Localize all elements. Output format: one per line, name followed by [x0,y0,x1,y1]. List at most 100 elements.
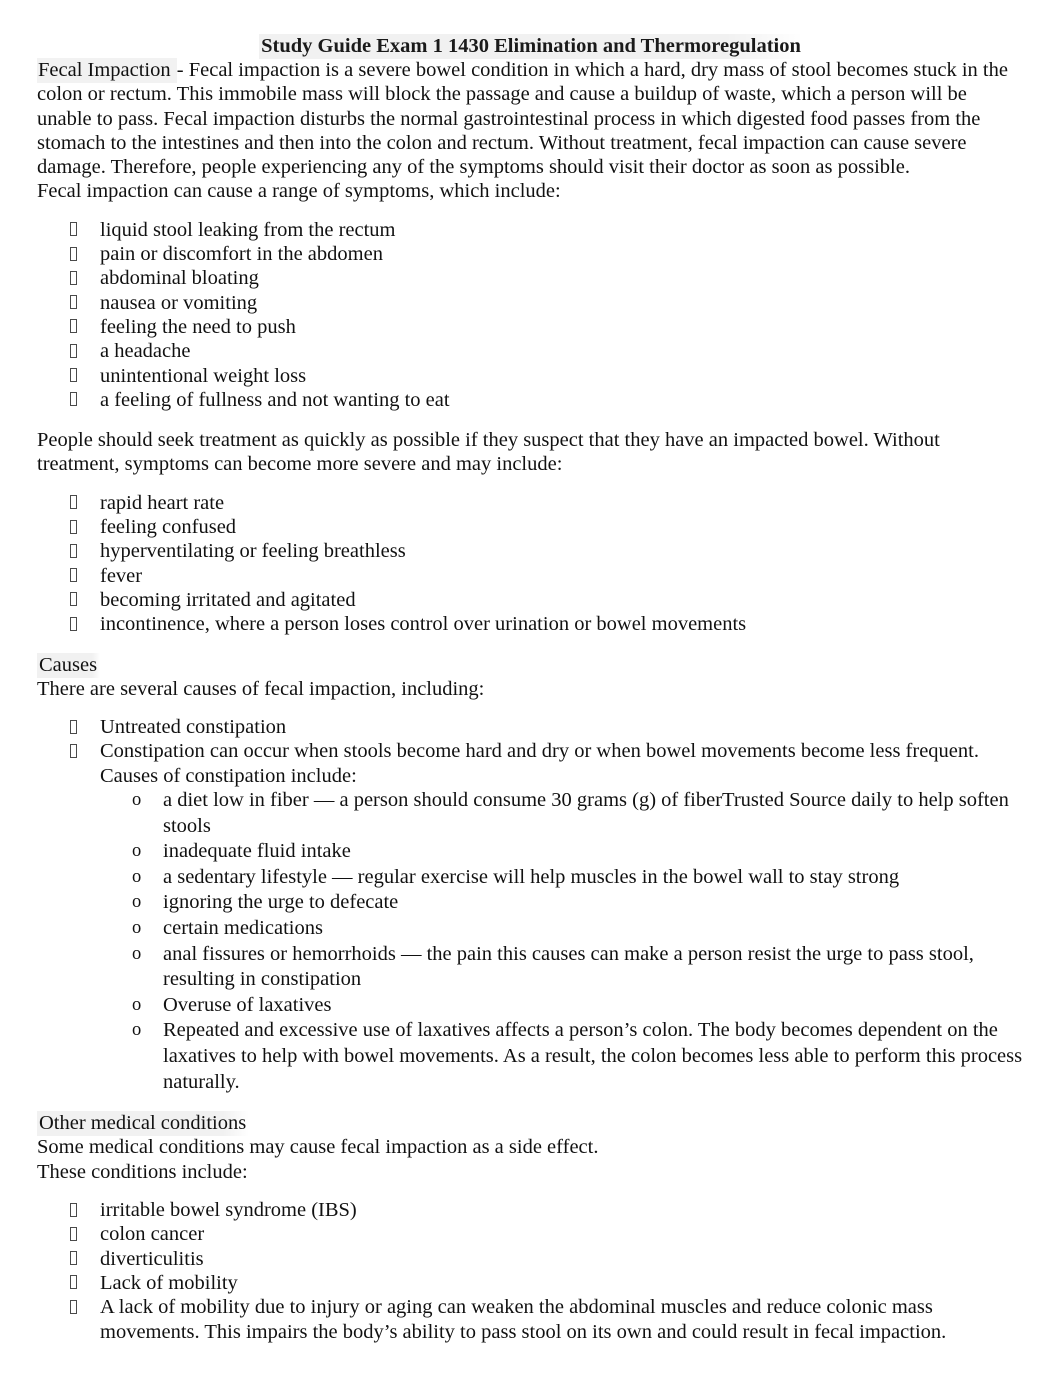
list-item-label: liquid stool leaking from the rectum [100,218,396,241]
sub-list-item: o ignoring the urge to defecate [0,890,1062,916]
list-item: Constipation can occur when stools becom… [0,739,1062,788]
sub-list-item-label: a sedentary lifestyle — regular exercise… [163,865,900,888]
severe-symptoms-lead-paragraph: People should seek treatment as quickly … [37,429,940,476]
symptoms-list: liquid stool leaking from the rectum pai… [0,218,1062,412]
list-item: A lack of mobility due to injury or agin… [0,1295,1062,1344]
list-item: Untreated constipation [0,715,1062,739]
sub-list-item: o Repeated and excessive use of laxatives… [0,1018,1062,1095]
list-item-label: A lack of mobility due to injury or agin… [100,1296,947,1343]
causes-heading: Causes [0,652,1062,678]
list-item: a feeling of fullness and not wanting to… [0,388,1062,412]
bullet-box-icon [70,568,77,583]
list-item-label: colon cancer [100,1223,205,1246]
bullet-box-icon [70,343,77,358]
sub-list-item-label: inadequate fluid intake [163,840,351,863]
circle-marker-icon: o [132,866,142,887]
other-conditions-list: irritable bowel syndrome (IBS) colon can… [0,1198,1062,1344]
list-item: liquid stool leaking from the rectum [0,218,1062,242]
list-item-label: abdominal bloating [100,267,259,290]
sub-list-item: o Overuse of laxatives [0,993,1062,1019]
other-conditions-lead-line-1: Some medical conditions may cause fecal … [37,1136,599,1159]
list-item: feeling confused [0,515,1062,539]
list-item: unintentional weight loss [0,364,1062,388]
list-item-label: a headache [100,340,191,363]
circle-marker-icon: o [132,841,142,862]
constipation-causes-sublist: o a diet low in fiber — a person should c… [0,788,1062,1095]
list-item-label: Constipation can occur when stools becom… [100,740,979,787]
fecal-impaction-definition-text: - Fecal impaction is a severe bowel cond… [37,59,1008,179]
bullet-box-icon [70,1226,77,1241]
list-item-label: feeling confused [100,516,237,539]
list-item: abdominal bloating [0,266,1062,290]
circle-marker-icon: o [132,994,142,1015]
list-item-label: unintentional weight loss [100,364,307,387]
causes-heading-text: Causes [37,652,101,678]
causes-lead-paragraph: There are several causes of fecal impact… [37,677,485,700]
bullet-box-icon [70,295,77,310]
list-item-label: a feeling of fullness and not wanting to… [100,388,450,411]
circle-marker-icon: o [132,943,142,964]
list-item: pain or discomfort in the abdomen [0,242,1062,266]
list-item: Lack of mobility [0,1271,1062,1295]
bullet-box-icon [70,1275,77,1290]
fecal-impaction-term: Fecal Impaction [37,58,177,83]
list-item: a headache [0,339,1062,363]
bullet-box-icon [70,616,77,631]
other-conditions-lead-line-2: These conditions include: [37,1160,248,1183]
list-item-label: fever [100,564,143,587]
list-item: irritable bowel syndrome (IBS) [0,1198,1062,1222]
sub-list-item-label: Repeated and excessive use of laxatives … [163,1019,1023,1093]
bullet-box-icon [70,1251,77,1266]
bullet-box-icon [70,543,77,558]
circle-marker-icon: o [132,892,142,913]
sub-list-item-label: a diet low in fiber — a person should co… [163,789,1009,837]
list-item-label: nausea or vomiting [100,291,258,314]
bullet-box-icon [70,743,77,758]
bullet-box-icon [70,592,77,607]
bullet-box-icon [70,368,77,383]
page-title-text: Study Guide Exam 1 1430 Elimination and … [259,34,803,59]
sub-list-item: o a sedentary lifestyle — regular exercis… [0,865,1062,891]
list-item-label: diverticulitis [100,1247,204,1270]
causes-list: Untreated constipation Constipation can … [0,715,1062,788]
list-item: becoming irritated and agitated [0,588,1062,612]
fecal-impaction-definition-paragraph: Fecal Impaction - Fecal impaction is a s… [0,58,1062,179]
bullet-box-icon [70,519,77,534]
list-item-label: becoming irritated and agitated [100,588,356,611]
list-item-label: hyperventilating or feeling breathless [100,540,406,563]
list-item-label: irritable bowel syndrome (IBS) [100,1199,357,1222]
symptoms-lead-paragraph: Fecal impaction can cause a range of sym… [37,180,561,203]
list-item-label: incontinence, where a person loses contr… [100,613,747,636]
sub-list-item-label: Overuse of laxatives [163,993,332,1016]
list-item-label: Lack of mobility [100,1271,238,1294]
bullet-box-icon [70,1202,77,1217]
list-item: rapid heart rate [0,491,1062,515]
bullet-box-icon [70,246,77,261]
list-item-label: feeling the need to push [100,315,296,338]
list-item-label: Untreated constipation [100,716,287,739]
bullet-box-icon [70,1299,77,1314]
page-title: Study Guide Exam 1 1430 Elimination and … [0,0,1062,59]
bullet-box-icon [70,270,77,285]
list-item: incontinence, where a person loses contr… [0,612,1062,636]
sub-list-item: o certain medications [0,916,1062,942]
sub-list-item: o inadequate fluid intake [0,839,1062,865]
list-item: diverticulitis [0,1247,1062,1271]
sub-list-item-label: anal fissures or hemorrhoids — the pain … [163,942,974,991]
circle-marker-icon: o [132,1020,142,1041]
other-conditions-heading-text: Other medical conditions [37,1111,250,1137]
list-item: fever [0,564,1062,588]
list-item: colon cancer [0,1222,1062,1246]
list-item-label: rapid heart rate [100,491,225,514]
other-conditions-heading: Other medical conditions [0,1111,1062,1137]
bullet-box-icon [70,719,77,734]
list-item: nausea or vomiting [0,291,1062,315]
bullet-box-icon [70,495,77,510]
sub-list-item-label: certain medications [163,916,323,939]
sub-list-item-label: ignoring the urge to defecate [163,891,399,914]
